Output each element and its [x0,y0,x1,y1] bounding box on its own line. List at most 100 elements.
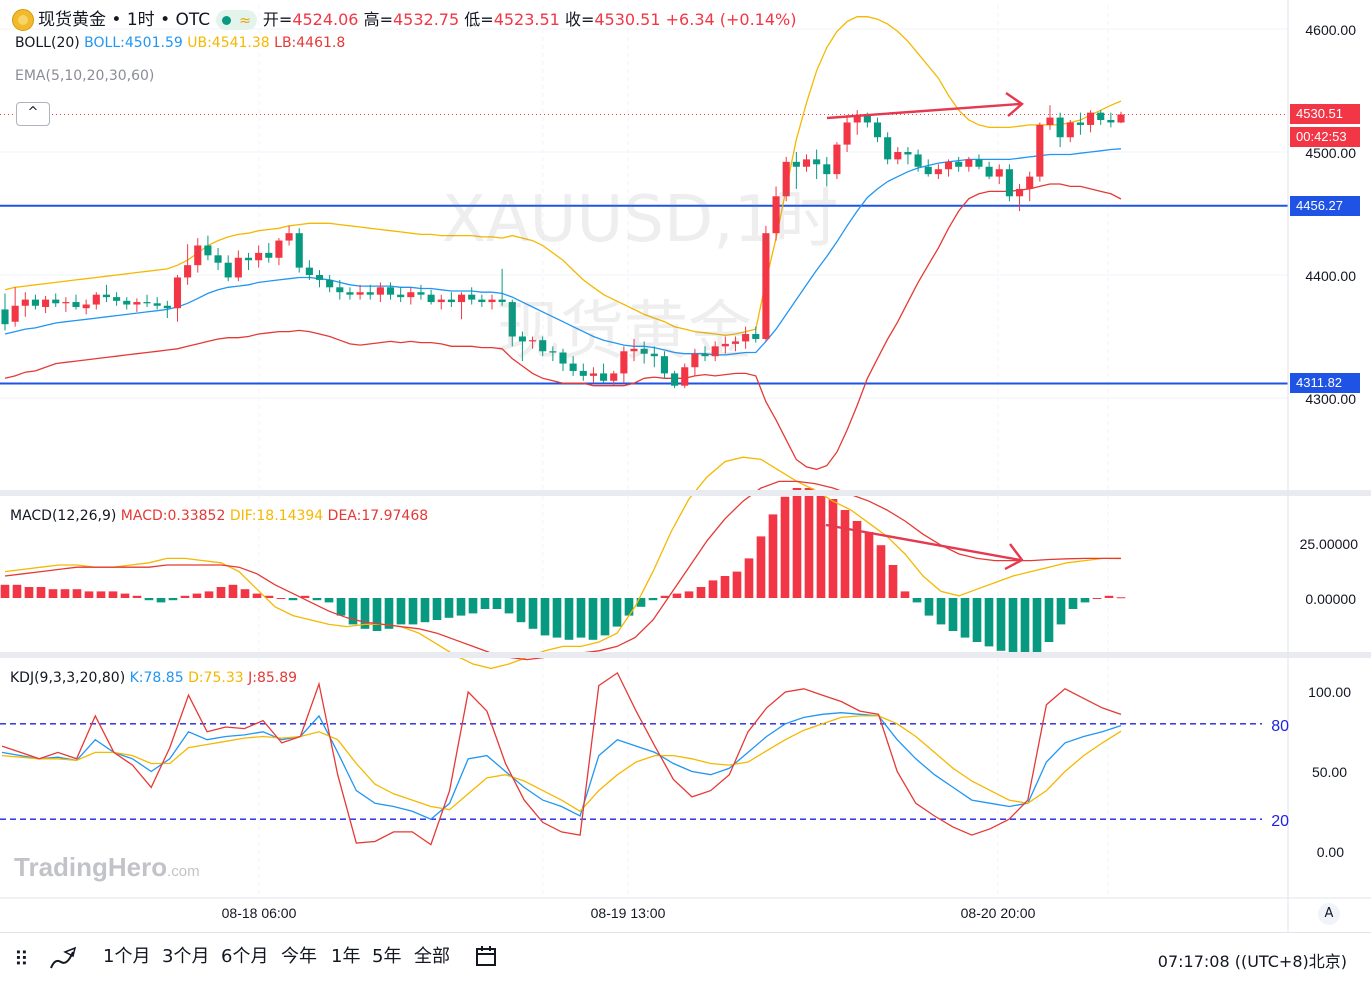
candle-body [366,292,374,295]
time-tick: 08-19 13:00 [591,905,666,921]
range-ytd[interactable]: 今年 [281,942,317,968]
macd-histogram-bar [732,571,742,598]
macd-histogram-bar [792,488,802,598]
candle-body [92,294,100,305]
candle-body [934,169,942,175]
macd-histogram-bar [1056,598,1066,625]
candle-body [1,309,9,325]
symbol-header[interactable]: 现货黄金 • 1时 • OTC ≈ 开=4524.06 高=4532.75 低=45… [12,5,796,31]
macd-histogram-bar [240,589,250,598]
timezone-clock[interactable]: 07:17:08 ((UTC+8)北京) [1158,948,1347,972]
candle-body [1036,124,1044,177]
draw-tool-icon[interactable] [45,944,81,974]
macd-histogram-bar [888,565,898,598]
macd-histogram-bar [876,545,886,598]
macd-histogram-bar [456,598,466,616]
macd-histogram-bar [756,536,766,598]
macd-histogram-bar [1092,598,1102,599]
ema-legend[interactable]: EMA(5,10,20,30,60) [15,68,154,84]
candle-body [285,233,293,241]
symbol-name: 现货黄金 [38,10,106,30]
candle-body [478,299,486,303]
candle-body [133,302,141,305]
candle-body [42,299,50,307]
auto-scale-button[interactable]: A [1318,903,1340,925]
market-status-badge[interactable]: ≈ [216,10,257,30]
candle-body [600,373,608,381]
range-1m[interactable]: 1个月 [103,942,150,968]
candle-body [407,292,415,298]
pane-separator[interactable] [0,490,1371,496]
candle-body [153,303,161,306]
macd-histogram-bar [936,598,946,625]
drag-handle-icon[interactable]: ⠿ [14,947,29,971]
candle-body [468,294,476,300]
candle-body [336,287,344,293]
macd-tick: 25.00000 [1300,536,1359,552]
macd-histogram-bar [252,593,262,598]
range-all[interactable]: 全部 [414,942,450,968]
macd-histogram-bar [144,598,154,601]
candle-body [214,255,222,263]
boll-legend[interactable]: BOLL(20) BOLL:4501.59 UB:4541.38 LB:4461… [15,35,345,51]
chart-canvas[interactable]: 4600.00 4500.00 4400.00 4300.00 25.00000… [0,0,1371,985]
candle-body [813,159,821,165]
candle-body [843,122,851,145]
range-1y[interactable]: 1年 [331,942,360,968]
upper-level-label[interactable]: 4456.27 [1290,196,1360,216]
candle-body [255,252,263,261]
candle-body [275,240,283,258]
macd-histogram-bar [1032,598,1042,656]
candle-body [1097,112,1105,121]
macd-histogram-bar [744,558,754,598]
candle-body [305,267,313,275]
macd-histogram-bar [96,591,106,598]
range-5y[interactable]: 5年 [372,942,401,968]
macd-histogram-bar [960,598,970,638]
macd-histogram-bar [216,587,226,598]
pane-separator[interactable] [0,652,1371,658]
macd-histogram-bar [1068,598,1078,609]
range-3m[interactable]: 3个月 [162,942,209,968]
lower-level-label[interactable]: 4311.82 [1290,373,1360,393]
candle-body [1015,188,1024,197]
macd-histogram-bar [168,598,178,601]
range-6m[interactable]: 6个月 [221,942,268,968]
candle-body [173,277,182,309]
date-range-icon[interactable] [472,943,502,973]
macd-histogram-bar [420,598,430,623]
candle-body [995,169,1003,177]
candle-body [315,275,324,280]
macd-histogram-bar [108,591,118,598]
macd-histogram-bar [576,598,586,638]
macd-histogram-bar [156,598,166,603]
macd-histogram-bar [468,598,478,614]
macd-histogram-bar [276,598,286,599]
macd-histogram-bar [540,598,550,636]
candle-body [1087,112,1095,125]
candle-body [944,161,953,170]
kdj-legend[interactable]: KDJ(9,3,3,20,80) K:78.85 D:75.33 J:85.89 [10,670,297,686]
macd-histogram-bar [12,584,22,598]
candle-body [163,305,171,309]
candle-body [752,334,760,339]
candle-body [386,287,395,295]
macd-histogram-bar [1008,598,1018,656]
candle-body [904,152,912,155]
macd-legend[interactable]: MACD(12,26,9) MACD:0.33852 DIF:18.14394 … [10,508,428,524]
macd-histogram-bar [804,488,814,598]
candle-body [457,294,466,303]
macd-histogram-bar [228,584,238,598]
candle-body [356,292,364,295]
macd-histogram-bar [504,598,514,614]
macd-histogram-bar [72,589,82,598]
venue-label: OTC [175,10,211,30]
candle-body [447,299,455,303]
ohlc-close: 4530.51 [594,10,661,29]
macd-histogram-bar [1104,595,1114,598]
collapse-legend-button[interactable]: ^ [16,102,50,126]
candle-body [123,300,131,305]
macd-histogram-bar [528,598,538,629]
candle-body [143,302,151,304]
candle-body [1046,117,1054,125]
